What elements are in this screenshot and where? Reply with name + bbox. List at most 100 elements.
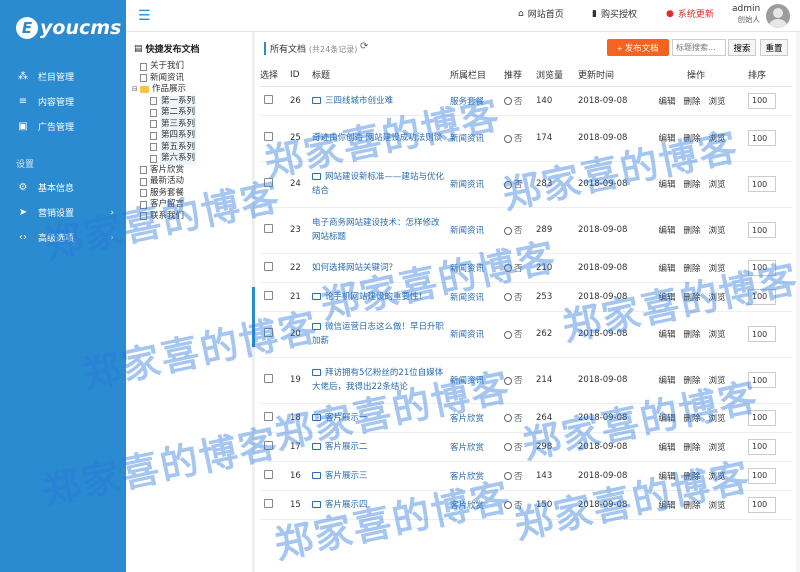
tree-item[interactable]: 第三系列 — [126, 118, 253, 130]
recommend-cell[interactable]: 否 — [504, 490, 536, 520]
edit-link[interactable]: 编辑 — [658, 443, 675, 453]
delete-link[interactable]: 删除 — [683, 134, 700, 144]
tree-item[interactable]: 第二系列 — [126, 107, 253, 119]
recommend-cell[interactable]: 否 — [504, 161, 536, 208]
row-checkbox[interactable] — [264, 411, 273, 421]
tree-item[interactable]: 客片欣赏 — [126, 165, 253, 177]
edit-link[interactable]: 编辑 — [658, 226, 675, 236]
title-cell[interactable]: 客片展示三 — [312, 461, 450, 491]
sort-input[interactable] — [748, 130, 776, 146]
edit-link[interactable]: 编辑 — [658, 376, 675, 386]
tree-item[interactable]: 第四系列 — [126, 130, 253, 142]
sort-input[interactable] — [748, 409, 776, 426]
sort-input[interactable] — [748, 92, 776, 109]
recommend-cell[interactable]: 否 — [504, 282, 536, 312]
edit-link[interactable]: 编辑 — [658, 180, 675, 190]
category-link[interactable]: 服务套餐 — [450, 86, 504, 116]
title-link[interactable]: 三四线城市创业难 — [325, 96, 393, 106]
title-cell[interactable]: 拜访拥有5亿粉丝的21位自媒体大佬后，我得出22条结论 — [312, 357, 450, 404]
main-scrollbar[interactable] — [796, 32, 800, 572]
tree-item[interactable]: 第一系列 — [126, 95, 253, 107]
row-checkbox[interactable] — [264, 374, 273, 383]
avatar[interactable] — [766, 4, 790, 28]
site-home-link[interactable]: ⌂ 网站首页 — [518, 7, 564, 21]
tree-item[interactable]: 最新活动 — [126, 176, 253, 188]
title-cell[interactable]: 如何选择网站关键词？ — [312, 253, 450, 283]
sort-input[interactable] — [748, 326, 776, 342]
sidebar-item[interactable]: ≡ 内容管理 — [0, 89, 126, 114]
title-link[interactable]: 网站建设新标准——建站与优化结合 — [312, 172, 444, 196]
user-info[interactable]: admin 创始人 — [732, 4, 760, 25]
row-checkbox[interactable] — [264, 469, 273, 479]
edit-link[interactable]: 编辑 — [658, 134, 675, 144]
view-link[interactable]: 浏览 — [709, 97, 726, 107]
tree-scrollbar[interactable] — [252, 32, 255, 572]
title-link[interactable]: 客片展示三 — [325, 471, 368, 481]
sidebar-item[interactable]: ▣ 广告管理 — [0, 114, 126, 139]
sort-input[interactable] — [748, 467, 776, 484]
edit-link[interactable]: 编辑 — [658, 472, 675, 482]
menu-toggle-icon[interactable]: ☰ — [138, 8, 151, 24]
edit-link[interactable]: 编辑 — [658, 414, 675, 424]
tree-item[interactable]: ⊟ 作品展示 — [126, 84, 253, 96]
tree-item[interactable]: 新闻资讯 — [126, 73, 253, 85]
title-link[interactable]: 客片展示一 — [325, 413, 368, 423]
delete-link[interactable]: 删除 — [683, 180, 700, 190]
recommend-cell[interactable]: 否 — [504, 311, 536, 358]
category-link[interactable]: 新闻资讯 — [450, 311, 504, 358]
category-link[interactable]: 新闻资讯 — [450, 253, 504, 283]
view-link[interactable]: 浏览 — [709, 330, 726, 340]
recommend-cell[interactable]: 否 — [504, 357, 536, 404]
view-link[interactable]: 浏览 — [709, 180, 726, 190]
delete-link[interactable]: 删除 — [683, 376, 700, 386]
row-checkbox[interactable] — [264, 440, 273, 450]
delete-link[interactable]: 删除 — [683, 293, 700, 303]
view-link[interactable]: 浏览 — [709, 134, 726, 144]
sort-input[interactable] — [748, 496, 776, 513]
recommend-cell[interactable]: 否 — [504, 115, 536, 162]
row-checkbox[interactable] — [264, 178, 273, 187]
sidebar-item[interactable]: ⁂ 栏目管理 — [0, 64, 126, 89]
title-link[interactable]: 论手机网站建设的重要性！ — [325, 292, 427, 302]
edit-link[interactable]: 编辑 — [658, 501, 675, 511]
view-link[interactable]: 浏览 — [709, 293, 726, 303]
edit-link[interactable]: 编辑 — [658, 293, 675, 303]
all-docs-tab[interactable]: 所有文档 (共24条记录) — [264, 42, 357, 55]
edit-link[interactable]: 编辑 — [658, 264, 675, 274]
tree-item[interactable]: 联系我们 — [126, 211, 253, 223]
row-checkbox[interactable] — [264, 498, 273, 508]
sort-input[interactable] — [748, 288, 776, 305]
collapse-icon[interactable]: ⊟ — [132, 84, 139, 96]
title-cell[interactable]: 奇迹由你创造 网站建设成功法则谈 — [312, 115, 450, 162]
recommend-cell[interactable]: 否 — [504, 253, 536, 283]
sort-input[interactable] — [748, 259, 776, 276]
category-link[interactable]: 客片欣赏 — [450, 432, 504, 462]
tree-item[interactable]: 关于我们 — [126, 61, 253, 73]
publish-document-button[interactable]: + 发布文档 — [607, 39, 669, 56]
view-link[interactable]: 浏览 — [709, 264, 726, 274]
sidebar-item[interactable]: ⚙ 基本信息 — [0, 175, 126, 200]
sidebar-item[interactable]: ➤ 营销设置 › — [0, 200, 126, 225]
category-link[interactable]: 新闻资讯 — [450, 357, 504, 404]
system-update-link[interactable]: ● 系统更新 — [666, 7, 714, 21]
title-link[interactable]: 微信运营日志这么做！早日升职加薪 — [312, 322, 444, 346]
recommend-cell[interactable]: 否 — [504, 461, 536, 491]
delete-link[interactable]: 删除 — [683, 443, 700, 453]
delete-link[interactable]: 删除 — [683, 501, 700, 511]
buy-license-link[interactable]: ▮ 购买授权 — [592, 7, 637, 21]
delete-link[interactable]: 删除 — [683, 330, 700, 340]
category-link[interactable]: 客片欣赏 — [450, 461, 504, 491]
sidebar-item[interactable]: ‹› 高级选项 › — [0, 225, 126, 250]
row-checkbox[interactable] — [264, 132, 273, 141]
search-button[interactable]: 搜索 — [728, 39, 756, 56]
title-link[interactable]: 如何选择网站关键词？ — [312, 263, 397, 273]
title-cell[interactable]: 客片展示一 — [312, 403, 450, 433]
refresh-icon[interactable]: ⟳ — [360, 41, 368, 52]
view-link[interactable]: 浏览 — [709, 443, 726, 453]
row-checkbox[interactable] — [264, 94, 273, 104]
tree-item[interactable]: 客户留言 — [126, 199, 253, 211]
recommend-cell[interactable]: 否 — [504, 403, 536, 433]
row-checkbox[interactable] — [264, 224, 273, 233]
tree-item[interactable]: 服务套餐 — [126, 188, 253, 200]
title-cell[interactable]: 电子商务网站建设技术：怎样修改网站标题 — [312, 207, 450, 254]
